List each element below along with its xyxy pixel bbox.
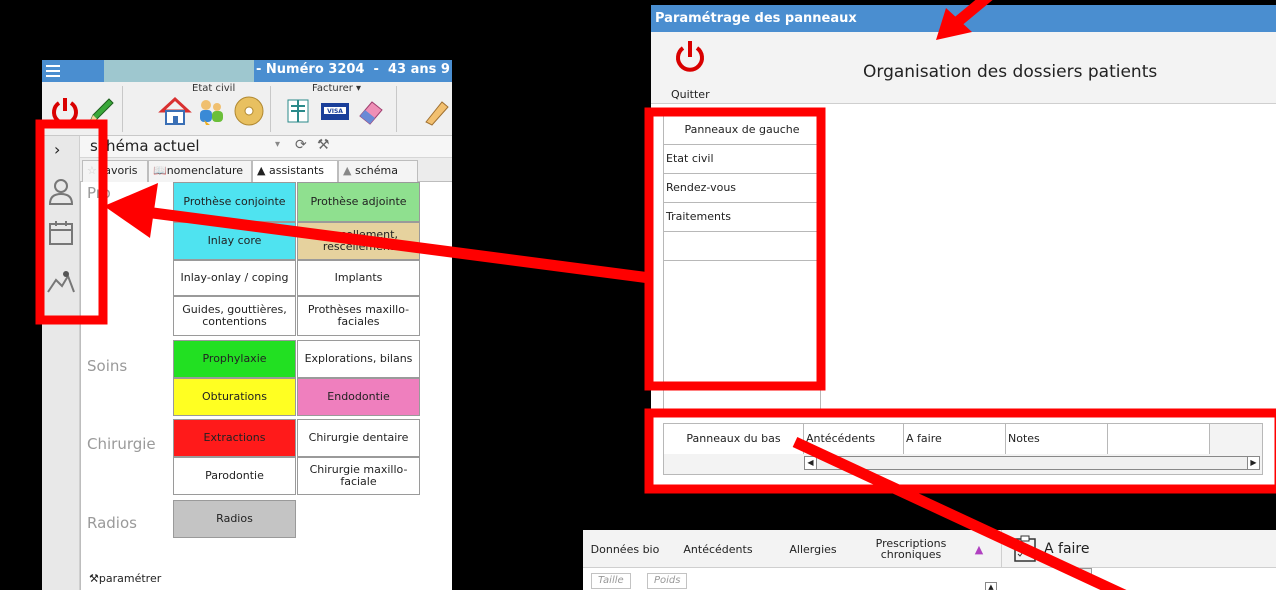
credit-card-icon[interactable]: VISA: [318, 94, 352, 128]
quit-button[interactable]: Quitter: [665, 38, 715, 101]
left-panels-list: Panneaux de gauche Etat civil Rendez-vou…: [663, 115, 821, 410]
panel-settings-dialog: Paramétrage des panneaux Quitter Organis…: [651, 5, 1276, 490]
tab-allergies[interactable]: Allergies: [773, 530, 853, 568]
assistant-button[interactable]: Prothèse adjointe: [297, 182, 420, 222]
pen-icon[interactable]: [422, 94, 452, 128]
tools-icon[interactable]: ⚒: [317, 137, 330, 153]
bottom-panels-header: Panneaux du bas: [664, 424, 804, 454]
assistant-button[interactable]: Prothèse conjointe: [173, 182, 296, 222]
eraser-icon[interactable]: [354, 94, 388, 128]
facturer-group-label: Facturer ▾: [312, 83, 362, 94]
bottom-panel-item[interactable]: Antécédents: [804, 424, 904, 454]
left-panels-header: Panneaux de gauche: [664, 116, 820, 145]
assistant-button[interactable]: Obturations: [173, 378, 296, 416]
bottom-panel-item[interactable]: [1108, 424, 1210, 454]
quit-label: Quitter: [671, 88, 710, 101]
dialog-titlebar: Paramétrage des panneaux: [651, 5, 1276, 32]
tooth-icon: ▲: [343, 164, 352, 177]
pencil-icon[interactable]: [84, 94, 118, 128]
assistant-button[interactable]: Inlay-onlay / coping: [173, 260, 296, 296]
task-checkbox[interactable]: [1080, 568, 1092, 580]
main-toolbar: Etat civil Facturer ▾ VISA: [42, 82, 452, 136]
bottom-panels-list: Panneaux du bas Antécédents A faire Note…: [663, 423, 1263, 475]
afaire-title: A faire: [1044, 541, 1090, 557]
tab-nomenclature[interactable]: 📖nomenclature: [148, 160, 252, 182]
assistant-button[interactable]: Radios: [173, 500, 296, 538]
tabs-row: ☆ favoris 📖nomenclature ▲ assistants ▲ s…: [80, 158, 452, 183]
scroll-left-icon[interactable]: ◀: [805, 457, 817, 469]
power-icon[interactable]: [48, 94, 82, 128]
bottom-panel-item[interactable]: A faire: [904, 424, 1006, 454]
left-panel-item[interactable]: [664, 232, 820, 261]
flask-icon[interactable]: ▲: [969, 530, 989, 568]
patient-name-redacted: [104, 60, 254, 82]
dialog-header: Quitter Organisation des dossiers patien…: [651, 32, 1276, 104]
assistant-button[interactable]: Chirurgie maxillo-faciale: [297, 457, 420, 495]
star-icon: ☆: [87, 164, 97, 177]
assistant-button[interactable]: Prothèses maxillo-faciales: [297, 296, 420, 336]
dialog-title: Organisation des dossiers patients: [863, 62, 1158, 82]
horizontal-scrollbar[interactable]: ◀ ▶: [804, 456, 1260, 470]
category-prothese-partial: Pro: [87, 184, 111, 202]
left-panel-item[interactable]: Rendez-vous: [664, 174, 820, 203]
patient-number: - Numéro 3204 - 43 ans 9: [256, 62, 450, 77]
power-icon: [676, 41, 704, 72]
bottom-tabs: Données bio Antécédents Allergies Prescr…: [583, 530, 1001, 568]
size-chip[interactable]: Taille: [591, 573, 631, 589]
tab-antecedents[interactable]: Antécédents: [673, 530, 763, 568]
tab-donnees-bio[interactable]: Données bio: [583, 530, 667, 568]
weight-chip[interactable]: Poids: [647, 573, 688, 589]
calendar-icon[interactable]: [46, 218, 76, 248]
afaire-header: A faire: [1001, 530, 1276, 568]
scheme-select[interactable]: schéma actuel: [90, 137, 270, 157]
scroll-up-icon[interactable]: ▲: [985, 582, 997, 590]
chevron-down-icon[interactable]: ▾: [275, 139, 280, 150]
family-icon[interactable]: [194, 94, 228, 128]
home-icon[interactable]: [158, 94, 192, 128]
tab-favoris[interactable]: ☆ favoris: [82, 160, 148, 182]
scheme-row: schéma actuel ▾ ⟳ ⚒: [80, 136, 452, 158]
etat-civil-group-label: Etat civil: [192, 83, 236, 94]
user-icon[interactable]: [46, 176, 76, 206]
checklist-icon: [1014, 535, 1036, 562]
assistant-button[interactable]: Guides, gouttières, contentions: [173, 296, 296, 336]
assistant-button[interactable]: Prophylaxie: [173, 340, 296, 378]
patient-record-window: - Numéro 3204 - 43 ans 9 Etat civil Fact…: [42, 60, 452, 590]
assistant-button[interactable]: Descellement, rescellement: [297, 222, 420, 260]
bottom-panel-item[interactable]: Notes: [1006, 424, 1108, 454]
wizard-icon: ▲: [257, 164, 266, 177]
patient-titlebar: - Numéro 3204 - 43 ans 9: [42, 60, 452, 82]
category-radios: Radios: [87, 514, 137, 532]
treatment-icon[interactable]: [46, 266, 76, 296]
left-panel-item[interactable]: Etat civil: [664, 145, 820, 174]
chevron-right-icon[interactable]: ›: [54, 140, 60, 159]
assistant-button[interactable]: Endodontie: [297, 378, 420, 416]
scroll-right-icon[interactable]: ▶: [1247, 457, 1259, 469]
patient-bottom-panels: Données bio Antécédents Allergies Prescr…: [583, 530, 1276, 590]
parametrer-link[interactable]: ⚒paramétrer: [89, 572, 161, 585]
disc-icon[interactable]: [232, 94, 266, 128]
assistant-button[interactable]: Implants: [297, 260, 420, 296]
assistant-button[interactable]: Explorations, bilans: [297, 340, 420, 378]
assistant-button[interactable]: Inlay core: [173, 222, 296, 260]
tab-schema[interactable]: ▲ schéma: [338, 160, 418, 182]
tab-prescriptions-chroniques[interactable]: Prescriptions chroniques: [861, 530, 961, 568]
svg-text:VISA: VISA: [327, 108, 343, 115]
assistant-button[interactable]: Extractions: [173, 419, 296, 457]
assistants-panel: Pro Soins Chirurgie Radios Prothèse conj…: [80, 182, 452, 590]
category-chirurgie: Chirurgie: [87, 435, 156, 453]
tools-icon: ⚒: [89, 572, 99, 585]
hamburger-menu-icon[interactable]: [42, 60, 64, 82]
category-soins: Soins: [87, 357, 128, 375]
invoice-icon[interactable]: [282, 94, 316, 128]
assistant-button[interactable]: Parodontie: [173, 457, 296, 495]
book-icon: 📖: [153, 164, 167, 177]
left-vertical-bar: ›: [42, 136, 80, 590]
left-panel-item[interactable]: Traitements: [664, 203, 820, 232]
refresh-icon[interactable]: ⟳: [295, 137, 307, 153]
assistant-button[interactable]: Chirurgie dentaire: [297, 419, 420, 457]
tab-assistants[interactable]: ▲ assistants: [252, 160, 338, 183]
